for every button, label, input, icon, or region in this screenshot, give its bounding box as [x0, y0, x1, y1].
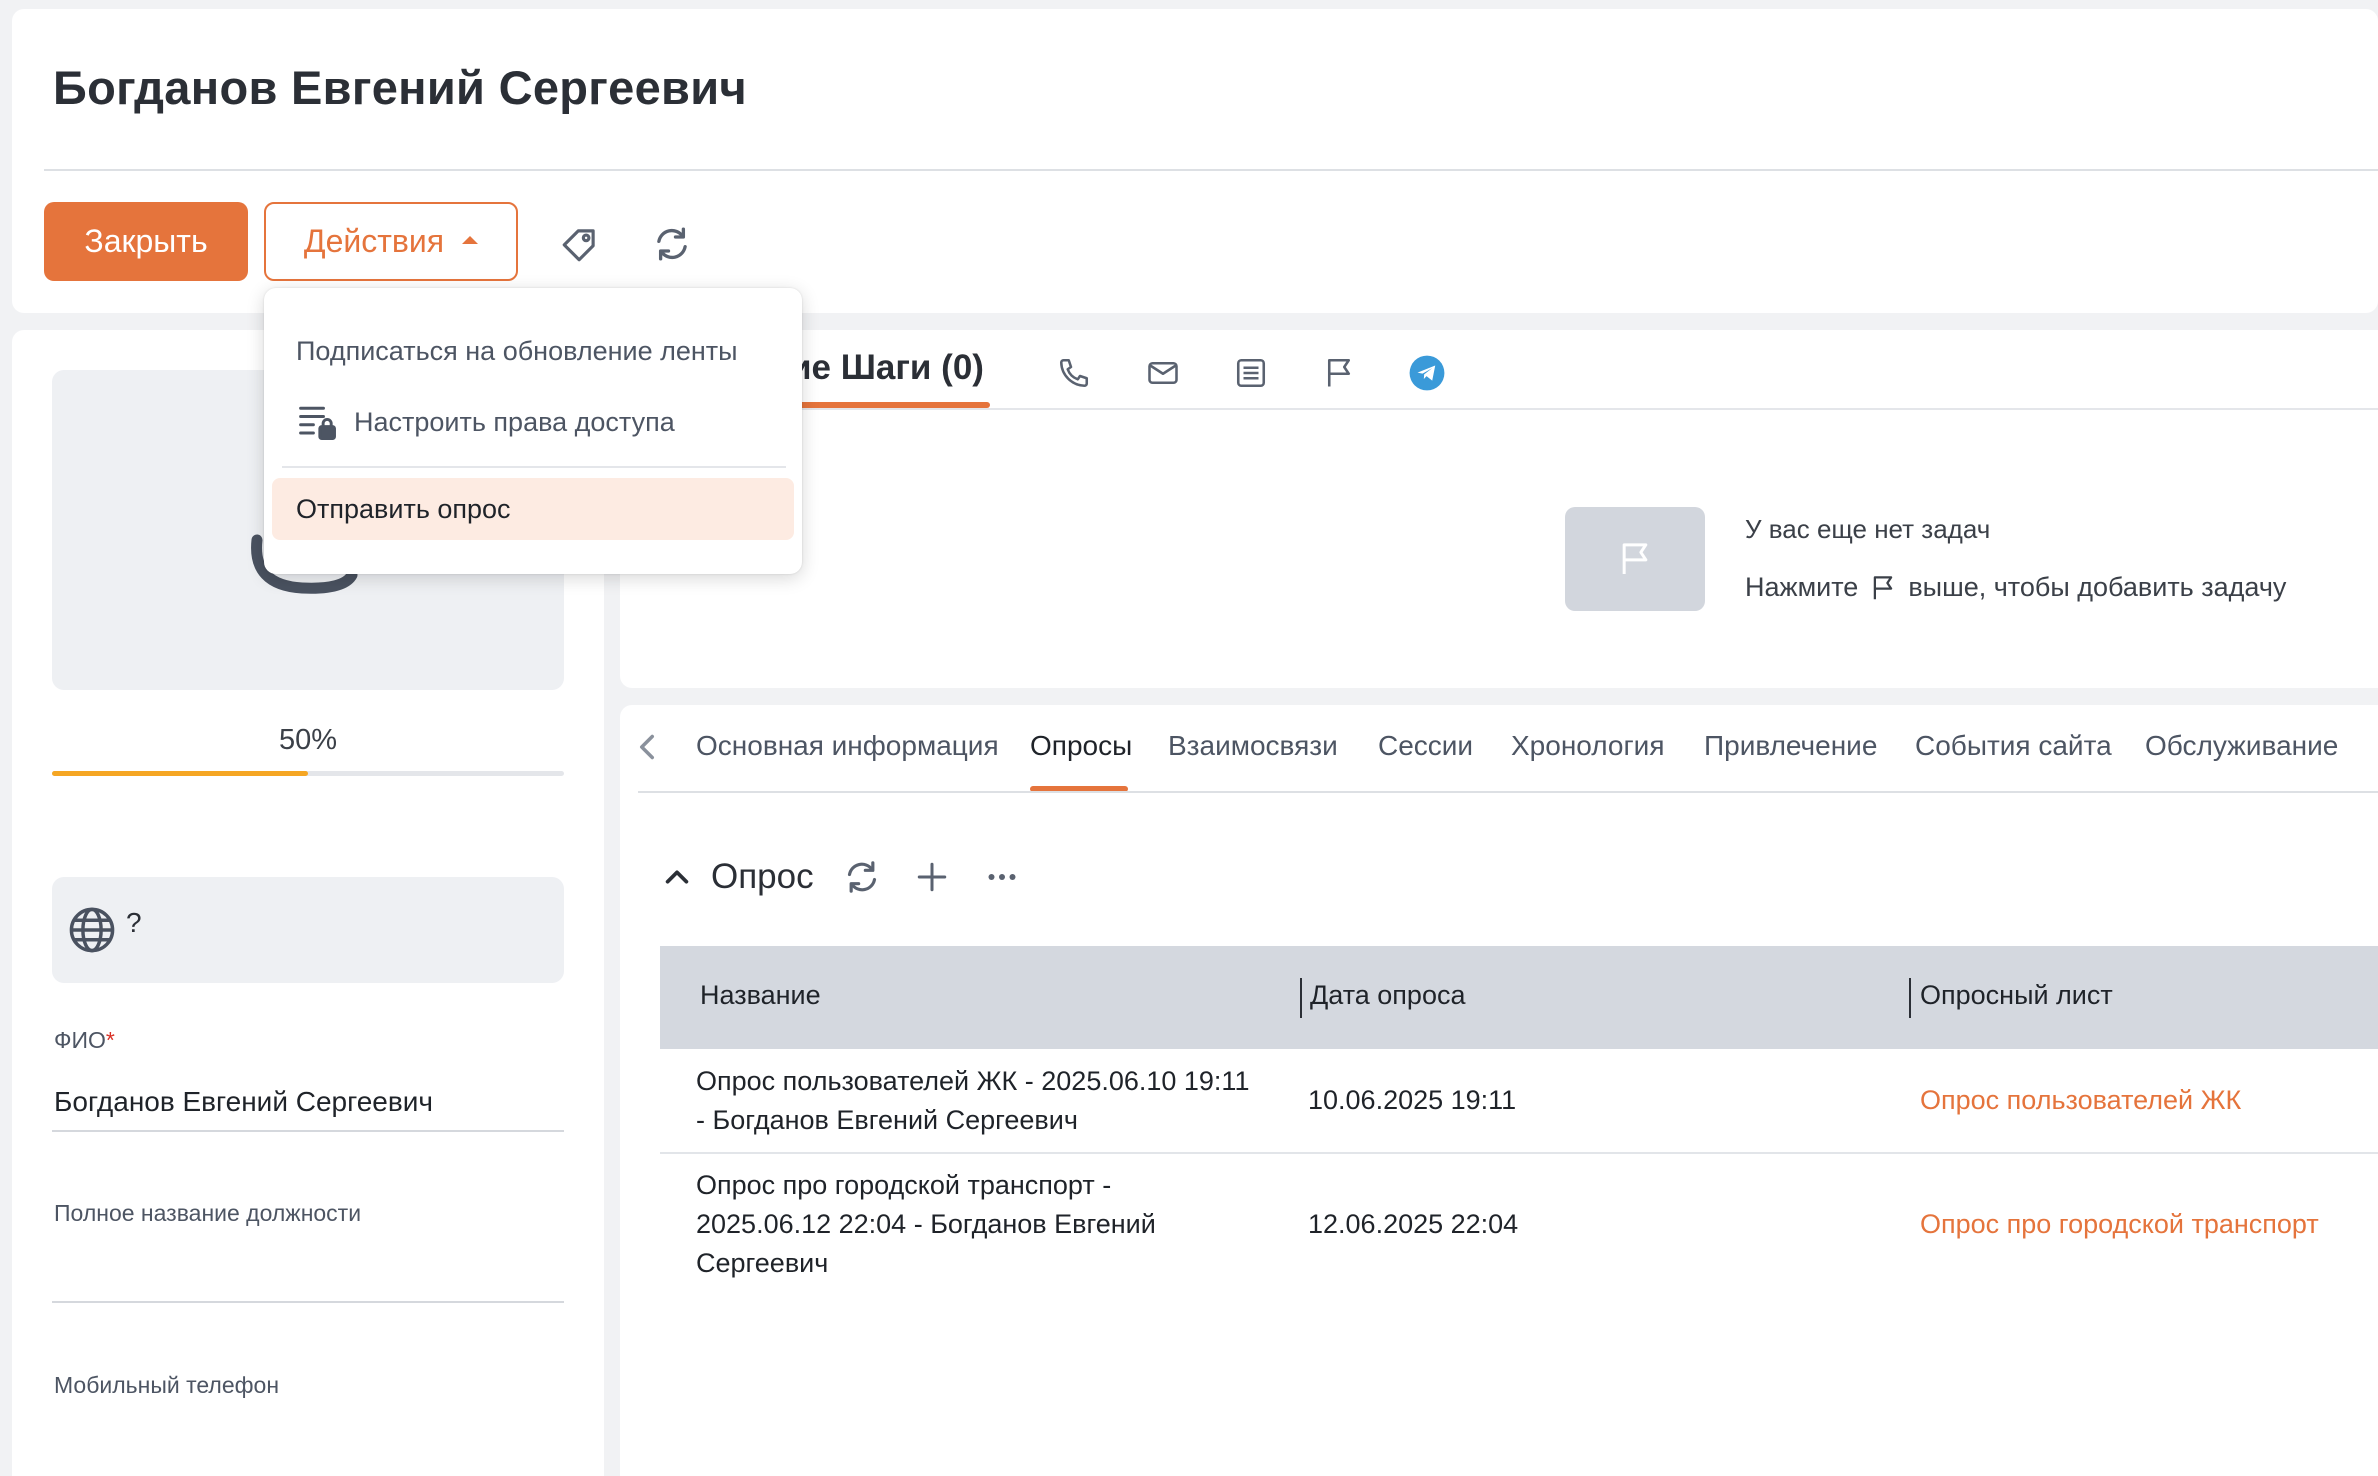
flag-icon: [1622, 543, 1648, 574]
menu-divider: [282, 466, 786, 468]
table-row-sheet-link[interactable]: Опрос пользователей ЖК: [1920, 1081, 2241, 1120]
tab-surveys[interactable]: Опросы: [1030, 730, 1132, 762]
tabs-scroll-left-icon[interactable]: [632, 730, 662, 764]
mobile-phone-label: Мобильный телефон: [54, 1372, 280, 1398]
actions-dropdown-menu: Подписаться на обновление ленты Настроит…: [264, 288, 802, 574]
survey-section-title: Опрос: [711, 857, 814, 896]
caret-up-icon: [462, 235, 479, 244]
column-resize-handle[interactable]: [1300, 978, 1302, 1018]
globe-icon: [69, 907, 115, 953]
flag-icon: [1874, 575, 1893, 599]
language-value: ?: [126, 907, 142, 938]
column-header-name[interactable]: Название: [700, 980, 821, 1011]
next-steps-divider: [620, 408, 2378, 410]
table-row-name[interactable]: Опрос пользователей ЖК - 2025.06.10 19:1…: [696, 1062, 1249, 1140]
tabs-divider: [638, 791, 2378, 793]
collapse-icon[interactable]: [655, 855, 699, 899]
access-rights-icon: [299, 406, 336, 440]
profile-completeness-fill: [52, 771, 308, 776]
phone-icon[interactable]: [1053, 352, 1095, 394]
tab-service[interactable]: Обслуживание: [2145, 730, 2338, 762]
tab-sessions[interactable]: Сессии: [1378, 730, 1473, 762]
note-icon[interactable]: [1230, 352, 1272, 394]
table-row-name[interactable]: Опрос про городской транспорт - 2025.06.…: [696, 1166, 1156, 1283]
tab-relationships[interactable]: Взаимосвязи: [1168, 730, 1338, 762]
actions-button-label: Действия: [303, 223, 445, 259]
empty-tasks-hint: Нажмите выше, чтобы добавить задачу: [1745, 572, 2287, 602]
actions-button[interactable]: Действия: [264, 202, 518, 281]
mail-icon[interactable]: [1142, 352, 1184, 394]
required-mark: *: [105, 1027, 115, 1053]
position-field-underline: [52, 1301, 564, 1303]
refresh-icon[interactable]: [648, 220, 696, 268]
close-button[interactable]: Закрыть: [44, 202, 248, 281]
next-steps-title[interactable]: ие Шаги (0): [790, 348, 984, 388]
tab-site-events[interactable]: События сайта: [1915, 730, 2112, 762]
flag-icon[interactable]: [1318, 352, 1360, 394]
more-icon[interactable]: [980, 855, 1024, 899]
language-selector[interactable]: ?: [52, 877, 564, 983]
tab-main-info[interactable]: Основная информация: [696, 730, 999, 762]
survey-section-header: Опрос: [655, 855, 1024, 899]
menu-item-send-survey[interactable]: Отправить опрос: [296, 494, 511, 525]
empty-tasks-title: У вас еще нет задач: [1745, 514, 1991, 544]
empty-tasks-illustration: [1565, 507, 1705, 611]
fio-label: ФИО*: [54, 1027, 115, 1053]
refresh-icon[interactable]: [840, 855, 884, 899]
column-header-date[interactable]: Дата опроса: [1310, 980, 1465, 1011]
add-icon[interactable]: [910, 855, 954, 899]
table-row-date: 12.06.2025 22:04: [1308, 1209, 1519, 1239]
table-row-divider: [660, 1152, 2378, 1154]
fio-field-underline: [52, 1130, 564, 1132]
tab-timeline[interactable]: Хронология: [1511, 730, 1664, 762]
table-row-date: 10.06.2025 19:11: [1308, 1085, 1517, 1115]
menu-item-subscribe-feed[interactable]: Подписаться на обновление ленты: [296, 336, 738, 367]
column-resize-handle[interactable]: [1909, 978, 1911, 1018]
fio-field[interactable]: Богданов Евгений Сергеевич: [54, 1086, 433, 1118]
tag-icon[interactable]: [556, 220, 604, 268]
page-title: Богданов Евгений Сергеевич: [53, 61, 748, 114]
header-divider: [44, 169, 2378, 171]
tab-engagement[interactable]: Привлечение: [1704, 730, 1877, 762]
position-label: Полное название должности: [54, 1200, 362, 1226]
telegram-icon[interactable]: [1406, 352, 1448, 394]
profile-completeness-bar: [52, 771, 564, 776]
profile-completeness-label: 50%: [278, 724, 338, 756]
menu-item-access-rights[interactable]: Настроить права доступа: [296, 400, 675, 444]
table-row-sheet-link[interactable]: Опрос про городской транспорт: [1920, 1205, 2319, 1244]
survey-table-header: [660, 946, 2378, 1049]
column-header-sheet[interactable]: Опросный лист: [1920, 980, 2113, 1011]
